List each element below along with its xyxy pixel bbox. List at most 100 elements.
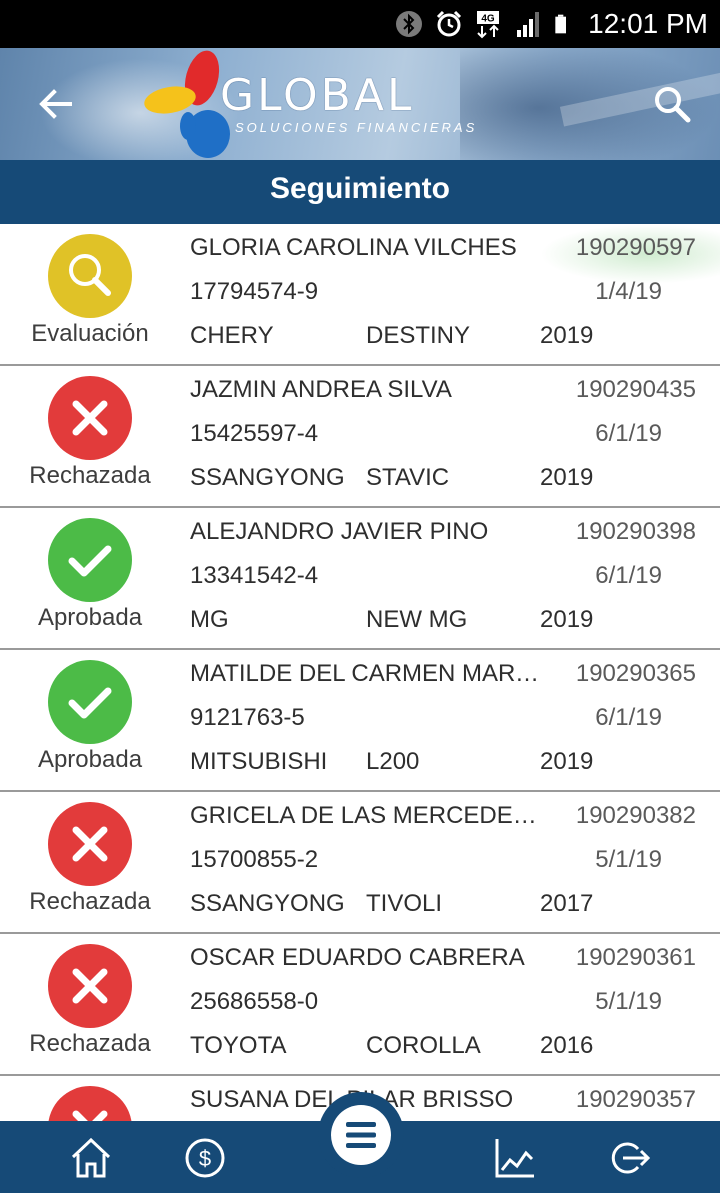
list-item[interactable]: Rechazada JAZMIN ANDREA SILVA 190290435 154… [0,366,720,508]
applicant-name: GLORIA CAROLINA VILCHES [190,234,517,261]
battery-icon [555,14,567,34]
menu-icon [346,1122,376,1148]
check-icon [68,687,112,719]
status-icons: 4G 12:01 PM [394,0,708,48]
status-label: Rechazada [29,1030,151,1057]
back-button[interactable] [34,82,78,126]
applicant-name: GRICELA DE LAS MERCEDES ROJAS [190,802,545,829]
chart-icon [495,1139,534,1178]
svg-text:$: $ [199,1146,211,1171]
signal-icon [517,12,540,37]
status-label: Evaluación [31,320,149,347]
vehicle-year: 2019 [540,464,594,491]
brand-tagline: SOLUCIONES FINANCIERAS [235,120,478,135]
vehicle-model: DESTINY [366,322,471,349]
applications-list[interactable]: Evaluación GLORIA CAROLINA VILCHES 1902905… [0,224,720,1121]
vehicle-make: CHERY [190,322,274,349]
application-date: 6/1/19 [595,704,662,731]
applicant-name: JAZMIN ANDREA SILVA [190,376,452,403]
applicant-name: MATILDE DEL CARMEN MARTÍNEZ [190,660,545,687]
list-item[interactable]: Rechazada GRICELA DE LAS MERCEDES ROJAS 19… [0,792,720,934]
status-bar: 4G 12:01 PM [0,0,720,48]
vehicle-make: SSANGYONG [190,464,345,491]
application-date: 5/1/19 [595,988,662,1015]
status-label: Aprobada [37,746,143,773]
applicant-rut: 9121763-5 [190,704,305,731]
check-icon [68,545,112,577]
page-title: Seguimiento [0,160,720,224]
application-code: 190290597 [575,234,696,261]
alarm-icon [437,10,462,37]
applicant-rut: 15425597-4 [190,420,319,447]
clock: 12:01 PM [588,8,708,39]
application-code: 190290435 [575,376,696,403]
status-icon [48,376,132,460]
applicant-rut: 15700855-2 [190,846,319,873]
vehicle-year: 2017 [540,890,594,917]
search-button[interactable] [650,82,694,126]
vehicle-model: TIVOLI [366,890,443,917]
vehicle-year: 2019 [540,322,594,349]
vehicle-model: STAVIC [366,464,450,491]
vehicle-year: 2019 [540,606,594,633]
application-code: 190290357 [575,1086,696,1113]
nav-stats-button[interactable] [492,1135,538,1181]
dollar-icon: $ [185,1138,225,1178]
applicant-rut: 13341542-4 [190,562,319,589]
list-item[interactable]: Rechazada OSCAR EDUARDO CABRERA 190290361 2… [0,934,720,1076]
application-code: 190290382 [575,802,696,829]
applicant-name: OSCAR EDUARDO CABRERA [190,944,525,971]
vehicle-make: MG [190,606,229,633]
application-date: 5/1/19 [595,846,662,873]
nav-home-button[interactable] [68,1135,114,1181]
status-icon [48,660,132,744]
arrow-left-icon [39,89,72,119]
close-icon [72,1110,108,1121]
vehicle-make: MITSUBISHI [190,748,328,775]
vehicle-year: 2016 [540,1032,594,1059]
home-icon [71,1137,111,1178]
svg-text:4G: 4G [481,14,495,25]
vehicle-year: 2019 [540,748,594,775]
brand-name: GLOBAL [220,70,415,121]
header-banner: GLOBAL SOLUCIONES FINANCIERAS [0,48,720,160]
network-4g-icon: 4G [477,11,500,39]
search-icon [655,87,691,123]
vehicle-make: SSANGYONG [190,890,345,917]
status-icon [48,1086,132,1121]
applicant-rut: 25686558-0 [190,988,319,1015]
list-item[interactable]: Aprobada ALEJANDRO JAVIER PINO 190290398 13… [0,508,720,650]
status-icon [48,518,132,602]
application-code: 190290361 [575,944,696,971]
close-icon [72,400,108,436]
nav-payments-button[interactable]: $ [182,1135,228,1181]
applicant-name: ALEJANDRO JAVIER PINO [190,518,489,545]
status-icon [48,944,132,1028]
bluetooth-icon [396,11,423,37]
logo: GLOBAL SOLUCIONES FINANCIERAS [140,48,500,160]
list-item[interactable]: Evaluación GLORIA CAROLINA VILCHES 1902905… [0,224,720,366]
applicant-rut: 17794574-9 [190,278,319,305]
status-icon [48,234,132,318]
application-date: 1/4/19 [595,278,662,305]
menu-button-face [331,1105,391,1165]
logout-icon [611,1142,651,1174]
magnifier-icon [69,254,111,296]
application-code: 190290365 [575,660,696,687]
close-icon [72,968,108,1004]
close-icon [72,826,108,862]
status-label: Aprobada [37,604,143,631]
application-date: 6/1/19 [595,562,662,589]
application-code: 190290398 [575,518,696,545]
vehicle-model: COROLLA [366,1032,481,1059]
status-label: Rechazada [29,888,151,915]
vehicle-model: L200 [366,748,420,775]
status-icon [48,802,132,886]
vehicle-make: TOYOTA [190,1032,287,1059]
application-date: 6/1/19 [595,420,662,447]
status-label: Rechazada [29,462,151,489]
vehicle-model: NEW MG [366,606,468,633]
nav-logout-button[interactable] [606,1135,652,1181]
menu-button[interactable] [318,1092,404,1178]
list-item[interactable]: Aprobada MATILDE DEL CARMEN MARTÍNEZ 19029… [0,650,720,792]
